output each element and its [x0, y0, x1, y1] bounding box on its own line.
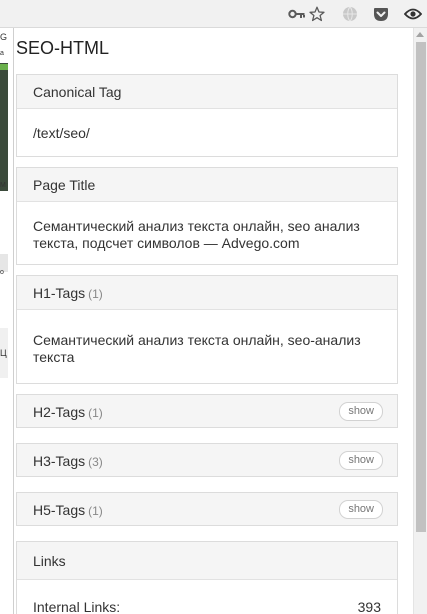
popup-title: SEO-HTML	[16, 38, 110, 58]
background-image-fragment	[0, 63, 8, 191]
canonical-value: /text/seo/	[33, 125, 90, 141]
page-title-value: Семантический анализ текста онлайн, seo …	[33, 218, 360, 251]
section-header: Page Title	[17, 168, 397, 202]
seo-eye-icon[interactable]	[402, 3, 424, 25]
section-title: Canonical Tag	[33, 84, 122, 100]
section-header: H2-Tags (1) show	[17, 395, 397, 427]
section-header: H1-Tags (1)	[17, 276, 397, 310]
h1-value: Семантический анализ текста онлайн, seo-…	[33, 332, 361, 365]
section-header: H3-Tags (3) show	[17, 444, 397, 476]
background-fragment: M	[0, 182, 6, 189]
section-title: H2-Tags (1)	[33, 404, 103, 420]
background-page-strip: G a M o Ц	[0, 28, 14, 614]
section-title: H5-Tags (1)	[33, 502, 103, 518]
h2-show-button[interactable]: show	[339, 402, 383, 421]
internal-links-count: 393	[357, 599, 381, 614]
h5-tags-section: H5-Tags (1) show	[16, 492, 398, 526]
background-fragment: G	[0, 32, 8, 42]
background-image-accent	[0, 64, 8, 70]
internal-links-row: Internal Links: 393	[17, 580, 397, 614]
h2-label: H2-Tags	[33, 404, 86, 420]
seo-html-popup: SEO-HTML Canonical Tag /text/seo/ Page T…	[14, 28, 413, 614]
h5-label: H5-Tags	[33, 502, 86, 518]
h3-count: (3)	[88, 455, 103, 469]
section-header: Canonical Tag	[17, 75, 397, 109]
h2-tags-section: H2-Tags (1) show	[16, 394, 398, 428]
popup-scrollbar[interactable]	[413, 28, 427, 614]
links-section: Links Internal Links: 393	[16, 541, 398, 614]
key-icon[interactable]	[286, 3, 308, 25]
h5-count: (1)	[88, 504, 103, 518]
h5-show-button[interactable]: show	[339, 500, 383, 519]
browser-toolbar	[0, 0, 427, 28]
globe-extension-icon[interactable]	[339, 3, 361, 25]
section-header: H5-Tags (1) show	[17, 493, 397, 525]
h3-label: H3-Tags	[33, 453, 86, 469]
section-title: Links	[33, 553, 66, 569]
pocket-icon[interactable]	[370, 3, 392, 25]
scrollbar-thumb[interactable]	[416, 42, 426, 532]
scroll-up-arrow-icon[interactable]	[416, 32, 424, 37]
section-title: H3-Tags (3)	[33, 453, 103, 469]
background-fragment: a	[0, 50, 4, 57]
background-fragment: Ц	[0, 348, 7, 358]
h3-tags-section: H3-Tags (3) show	[16, 443, 398, 477]
internal-links-label: Internal Links:	[33, 599, 121, 614]
h2-count: (1)	[88, 406, 103, 420]
canonical-tag-section: Canonical Tag /text/seo/	[16, 74, 398, 157]
section-title: Page Title	[33, 177, 96, 193]
section-title: H1-Tags (1)	[33, 285, 103, 301]
h1-label: H1-Tags	[33, 285, 86, 301]
h1-tags-section: H1-Tags (1) Семантический анализ текста о…	[16, 275, 398, 384]
h1-count: (1)	[88, 287, 103, 301]
star-icon[interactable]	[306, 3, 328, 25]
page-title-section: Page Title Семантический анализ текста о…	[16, 167, 398, 265]
background-fragment: o	[0, 269, 4, 276]
section-header: Links	[17, 542, 397, 580]
h3-show-button[interactable]: show	[339, 451, 383, 470]
